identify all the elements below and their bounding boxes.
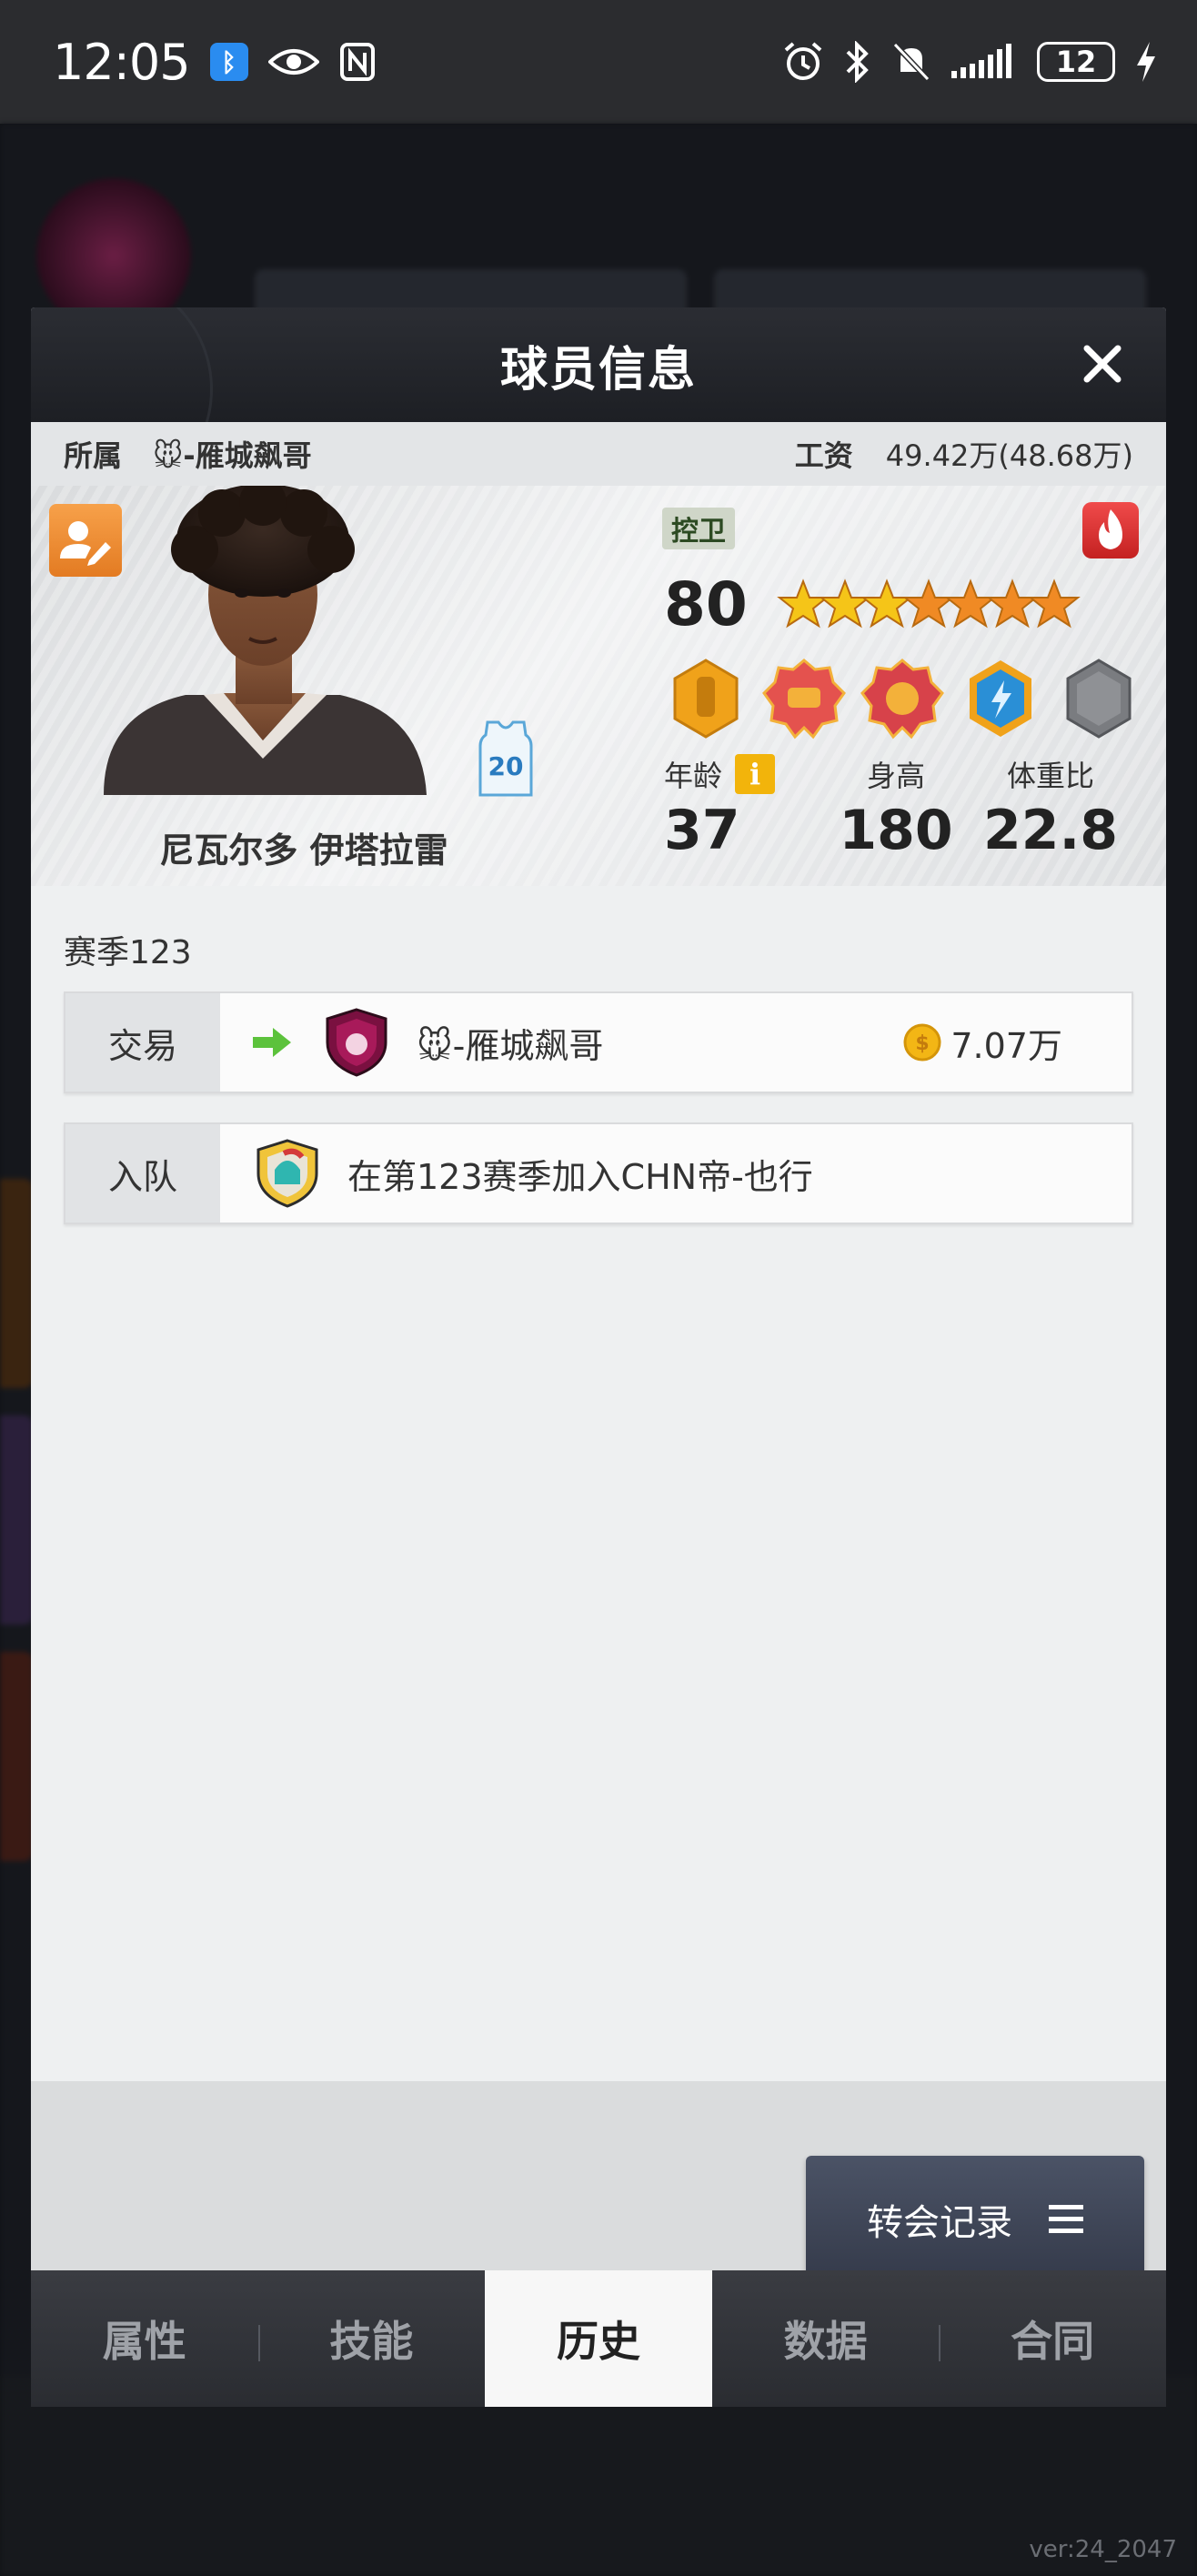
tab-skills[interactable]: 技能: [257, 2270, 486, 2407]
spartan-team-logo-icon: [256, 1139, 318, 1208]
weight-ratio-value: 22.8: [982, 799, 1119, 862]
svg-text:$: $: [916, 1032, 930, 1055]
menu-icon: [1049, 2205, 1083, 2233]
team-salary-line: 所属 🐭-雁城飙哥 工资 49.42万(48.68万): [31, 422, 1166, 486]
history-content: 在第123赛季加入CHN帝-也行: [220, 1137, 1132, 1210]
salary-label: 工资: [794, 438, 853, 473]
version-label: ver:24_2047: [1029, 2536, 1177, 2563]
modal-header: 球员信息: [31, 307, 1166, 508]
history-row-join[interactable]: 入队 在第123赛季加入CHN帝-也行: [64, 1122, 1133, 1224]
clock: 12:05: [53, 33, 191, 91]
info-icon[interactable]: i: [735, 754, 776, 794]
fire-icon[interactable]: [1082, 502, 1139, 558]
tab-history[interactable]: 历史: [485, 2270, 712, 2407]
attribute-labels: 年龄 i 身高 体重比: [664, 753, 1128, 795]
transfer-record-button[interactable]: 转会记录: [806, 2156, 1144, 2283]
age-label-group: 年龄 i: [664, 753, 819, 795]
salary-value: 49.42万(48.68万): [885, 438, 1133, 473]
trade-amount: $ 7.07万: [903, 1018, 1062, 1068]
history-type: 交易: [65, 993, 220, 1092]
badge-red-icon[interactable]: [762, 657, 846, 740]
badge-blue-icon[interactable]: [959, 657, 1042, 740]
history-content: 🐭-雁城飙哥 $ 7.07万: [220, 1006, 1132, 1079]
age-label: 年龄: [664, 759, 723, 793]
history-type: 入队: [65, 1124, 220, 1223]
skill-badges: [664, 657, 1141, 740]
badge-red-icon[interactable]: [860, 657, 944, 740]
nfc-icon: [339, 42, 376, 82]
height-label: 身高: [866, 759, 925, 793]
attribute-values: 37 180 22.8: [664, 799, 1128, 862]
close-button[interactable]: [1077, 338, 1128, 389]
jersey-icon: 20: [478, 720, 533, 797]
age-value: 37: [664, 799, 740, 862]
background-side-tab: [0, 1179, 33, 1388]
flame-icon: [1099, 509, 1122, 549]
battery-icon: 12: [1037, 42, 1115, 82]
mute-icon: [891, 41, 931, 83]
coin-icon: $: [903, 1023, 941, 1062]
player-rating: 80: [664, 569, 748, 639]
tab-data[interactable]: 数据: [712, 2270, 940, 2407]
status-bar: 12:05 ᛒ 12: [0, 0, 1197, 124]
player-card: 20 尼瓦尔多 伊塔拉雷 控卫 80 年龄 i 身高 体重比 37 180 22…: [31, 486, 1166, 886]
star-icon: [1028, 579, 1081, 629]
team-logo-icon: [326, 1008, 387, 1077]
trade-amount-value: 7.07万: [951, 1025, 1062, 1066]
tab-bar: 属性 技能 历史 数据 合同: [31, 2270, 1166, 2407]
history-row-trade[interactable]: 交易 🐭-雁城飙哥 $ 7.07万: [64, 991, 1133, 1093]
bluetooth-icon: [844, 41, 871, 83]
badge-gold-icon[interactable]: [664, 657, 748, 740]
star-rating: [777, 579, 1081, 631]
height-value: 180: [839, 799, 953, 862]
modal-title: 球员信息: [499, 342, 697, 397]
trade-team-name: 🐭-雁城飙哥: [417, 1025, 604, 1066]
bluetooth-app-icon: ᛒ: [209, 43, 248, 81]
signal-icon: [951, 44, 1017, 80]
background-side-tab: [0, 1652, 33, 1861]
tab-attributes[interactable]: 属性: [31, 2270, 258, 2407]
tab-contract[interactable]: 合同: [939, 2270, 1166, 2407]
weight-ratio-label: 体重比: [1006, 759, 1094, 793]
season-label: 赛季123: [64, 934, 192, 971]
player-info-modal: 球员信息 所属 🐭-雁城飙哥 工资 49.42万(48.68万) 20 尼瓦尔多…: [31, 307, 1166, 2407]
player-portrait: [104, 486, 427, 795]
player-name: 尼瓦尔多 伊塔拉雷: [159, 830, 448, 870]
eye-icon: [267, 45, 319, 78]
jersey-number: 20: [488, 751, 524, 781]
position-badge: 控卫: [662, 508, 735, 549]
team-name: 🐭-雁城飙哥: [153, 438, 312, 473]
arrow-right-icon: [253, 1028, 291, 1057]
background-side-tab: [0, 1415, 33, 1625]
badge-locked-icon[interactable]: [1057, 657, 1141, 740]
alarm-icon: [782, 41, 824, 83]
charging-icon: [1135, 42, 1157, 82]
transfer-record-label: 转会记录: [867, 2202, 1012, 2244]
team-label: 所属: [64, 438, 123, 473]
close-icon: [1083, 345, 1122, 383]
join-description: 在第123赛季加入CHN帝-也行: [347, 1156, 813, 1197]
